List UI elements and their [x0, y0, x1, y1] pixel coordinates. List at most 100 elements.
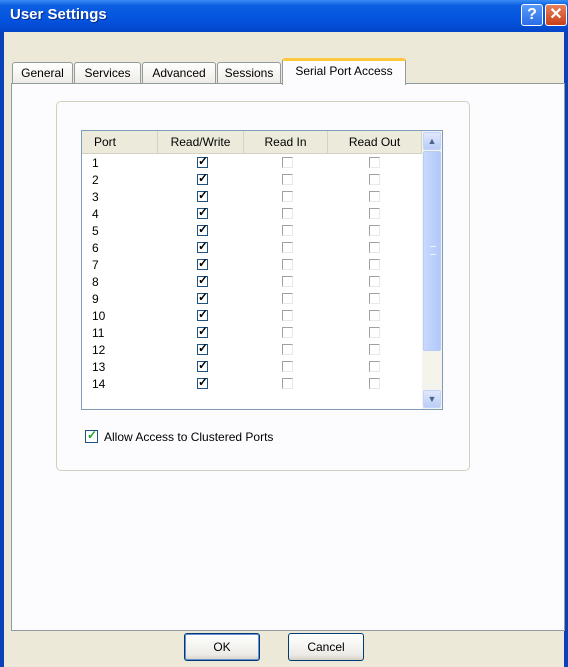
read-in-checkbox[interactable]: [282, 344, 293, 355]
read-write-checkbox[interactable]: [197, 358, 208, 372]
column-header-read-write[interactable]: Read/Write: [158, 131, 244, 153]
port-number: 12: [92, 343, 106, 357]
read-in-checkbox[interactable]: [282, 361, 293, 372]
read-out-checkbox[interactable]: [369, 259, 380, 270]
read-in-checkbox[interactable]: [282, 242, 293, 253]
title-bar[interactable]: User Settings ? ✕: [0, 0, 568, 32]
read-out-checkbox[interactable]: [369, 191, 380, 202]
read-write-checkbox[interactable]: [197, 171, 208, 185]
read-out-checkbox[interactable]: [369, 361, 380, 372]
grip-icon: [430, 246, 436, 255]
read-out-checkbox[interactable]: [369, 310, 380, 321]
table-row[interactable]: 7: [82, 256, 422, 274]
read-write-checkbox[interactable]: [197, 154, 208, 168]
table-row[interactable]: 3: [82, 188, 422, 206]
read-out-checkbox[interactable]: [369, 344, 380, 355]
close-button[interactable]: ✕: [545, 4, 567, 26]
port-number: 1: [92, 156, 99, 170]
read-in-checkbox[interactable]: [282, 293, 293, 304]
column-header-port[interactable]: Port: [82, 131, 158, 153]
read-out-checkbox[interactable]: [369, 378, 380, 389]
port-number: 9: [92, 292, 99, 306]
column-header-read-out[interactable]: Read Out: [328, 131, 422, 153]
close-icon: ✕: [549, 6, 563, 23]
table-row[interactable]: 13: [82, 358, 422, 376]
tab-sessions[interactable]: Sessions: [217, 62, 281, 84]
read-write-checkbox[interactable]: [197, 239, 208, 253]
table-row[interactable]: 4: [82, 205, 422, 223]
table-row[interactable]: 11: [82, 324, 422, 342]
serial-port-group: Port Read/Write Read In Read Out 1234567…: [56, 101, 470, 471]
table-row[interactable]: 5: [82, 222, 422, 240]
read-write-checkbox[interactable]: [197, 307, 208, 321]
port-number: 10: [92, 309, 106, 323]
table-row[interactable]: 14: [82, 375, 422, 393]
tab-general[interactable]: General: [12, 62, 73, 84]
table-row[interactable]: 1: [82, 154, 422, 172]
tab-services[interactable]: Services: [74, 62, 141, 84]
table-row[interactable]: 10: [82, 307, 422, 325]
port-list[interactable]: Port Read/Write Read In Read Out 1234567…: [81, 130, 443, 410]
user-settings-window: User Settings ? ✕ General Services Advan…: [0, 0, 568, 667]
read-write-checkbox[interactable]: [197, 375, 208, 389]
read-out-checkbox[interactable]: [369, 174, 380, 185]
chevron-down-icon: ▼: [427, 394, 437, 404]
ok-button[interactable]: OK: [184, 633, 260, 661]
read-out-checkbox[interactable]: [369, 327, 380, 338]
read-write-checkbox[interactable]: [197, 324, 208, 338]
question-icon: ?: [527, 6, 537, 23]
read-write-checkbox[interactable]: [197, 205, 208, 219]
read-write-checkbox[interactable]: [197, 256, 208, 270]
read-in-checkbox[interactable]: [282, 208, 293, 219]
read-in-checkbox[interactable]: [282, 276, 293, 287]
port-number: 13: [92, 360, 106, 374]
read-in-checkbox[interactable]: [282, 225, 293, 236]
port-number: 6: [92, 241, 99, 255]
table-row[interactable]: 2: [82, 171, 422, 189]
cancel-button[interactable]: Cancel: [288, 633, 364, 661]
port-number: 2: [92, 173, 99, 187]
window-title: User Settings: [10, 6, 107, 23]
read-in-checkbox[interactable]: [282, 327, 293, 338]
port-number: 4: [92, 207, 99, 221]
read-in-checkbox[interactable]: [282, 191, 293, 202]
list-header: Port Read/Write Read In Read Out: [82, 131, 422, 154]
read-write-checkbox[interactable]: [197, 290, 208, 304]
scroll-thumb[interactable]: [423, 151, 441, 351]
scroll-down-button[interactable]: ▼: [423, 390, 441, 408]
read-in-checkbox[interactable]: [282, 259, 293, 270]
port-number: 8: [92, 275, 99, 289]
read-in-checkbox[interactable]: [282, 378, 293, 389]
read-out-checkbox[interactable]: [369, 242, 380, 253]
read-in-checkbox[interactable]: [282, 310, 293, 321]
table-row[interactable]: 12: [82, 341, 422, 359]
read-write-checkbox[interactable]: [197, 222, 208, 236]
read-write-checkbox[interactable]: [197, 341, 208, 355]
tab-serial-port-access[interactable]: Serial Port Access: [282, 58, 406, 85]
table-row[interactable]: 9: [82, 290, 422, 308]
read-write-checkbox[interactable]: [197, 188, 208, 202]
port-number: 7: [92, 258, 99, 272]
help-button[interactable]: ?: [521, 4, 543, 26]
chevron-up-icon: ▲: [427, 136, 437, 146]
port-number: 5: [92, 224, 99, 238]
column-header-read-in[interactable]: Read In: [244, 131, 328, 153]
tab-advanced[interactable]: Advanced: [142, 62, 216, 84]
read-write-checkbox[interactable]: [197, 273, 208, 287]
port-number: 3: [92, 190, 99, 204]
read-out-checkbox[interactable]: [369, 293, 380, 304]
scroll-up-button[interactable]: ▲: [423, 132, 441, 150]
read-in-checkbox[interactable]: [282, 157, 293, 168]
port-number: 11: [92, 326, 105, 340]
read-out-checkbox[interactable]: [369, 276, 380, 287]
read-in-checkbox[interactable]: [282, 174, 293, 185]
table-row[interactable]: 6: [82, 239, 422, 257]
vertical-scrollbar[interactable]: ▲ ▼: [422, 131, 442, 409]
read-out-checkbox[interactable]: [369, 157, 380, 168]
read-out-checkbox[interactable]: [369, 225, 380, 236]
allow-clustered-ports-checkbox[interactable]: [85, 428, 98, 443]
read-out-checkbox[interactable]: [369, 208, 380, 219]
allow-clustered-ports-label: Allow Access to Clustered Ports: [104, 430, 274, 444]
tab-panel: Port Read/Write Read In Read Out 1234567…: [11, 83, 565, 631]
table-row[interactable]: 8: [82, 273, 422, 291]
